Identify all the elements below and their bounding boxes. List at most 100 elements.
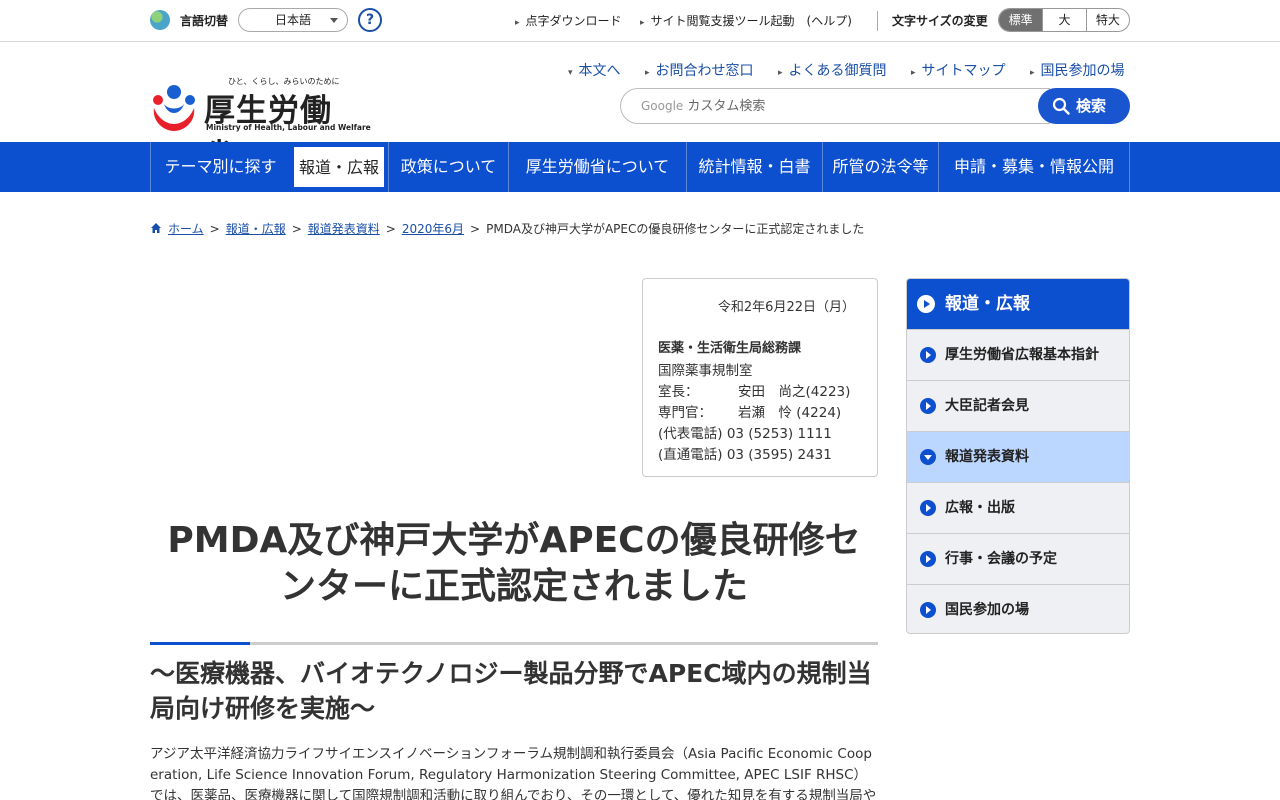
circle-arrow-icon — [920, 551, 936, 567]
arrow-right-icon: ▸ — [911, 68, 916, 78]
contact-chief: 室長： 安田 尚之(4223) — [658, 380, 850, 400]
logo-name-en: Ministry of Health, Labour and Welfare — [206, 123, 371, 132]
contact-chief-name: 安田 尚之(4223) — [738, 384, 851, 400]
header-link-label: お問合わせ窓口 — [655, 63, 754, 79]
arrow-right-icon: ▸ — [515, 18, 520, 28]
sidebar-item-label: 国民参加の場 — [945, 602, 1029, 618]
sidebar-item-label: 大臣記者会見 — [945, 398, 1029, 414]
header-link-label: 本文へ — [578, 63, 621, 79]
gnav-item-laws[interactable]: 所管の法令等 — [822, 142, 938, 192]
braille-download-label: 点字ダウンロード — [525, 14, 622, 28]
circle-arrow-icon — [920, 602, 936, 618]
arrow-right-icon: ▸ — [1030, 68, 1035, 78]
search-brand: Google — [641, 99, 684, 113]
accessibility-tool-label: サイト閲覧支援ツール起動 (ヘルプ) — [650, 14, 852, 28]
sidebar-item-pr-policy[interactable]: 厚生労働省広報基本指針 — [907, 329, 1129, 380]
sidebar-item-label: 報道発表資料 — [945, 449, 1029, 465]
sidebar-nav: 報道・広報 厚生労働省広報基本指針 大臣記者会見 報道発表資料 広報・出版 行事… — [906, 278, 1130, 634]
accessibility-tool-link[interactable]: ▸ サイト閲覧支援ツール起動 (ヘルプ) — [640, 12, 852, 29]
help-button[interactable]: ? — [358, 8, 382, 32]
breadcrumb: ホーム > 報道・広報 > 報道発表資料 >2020年6月 > PMDA及び神戸大学がAPEC… — [150, 220, 864, 237]
release-date: 令和2年6月22日（月） — [717, 300, 855, 315]
header-link-faq[interactable]: ▸ よくある御質問 — [778, 60, 887, 80]
header-link-label: よくある御質問 — [788, 63, 887, 79]
arrow-right-icon: ▸ — [778, 68, 783, 78]
circle-arrow-icon — [917, 295, 935, 313]
gnav-item-about[interactable]: 厚生労働省について — [508, 142, 686, 192]
header-link-contact[interactable]: ▸ お問合わせ窓口 — [645, 60, 754, 80]
gnav-item-policy[interactable]: 政策について — [388, 142, 508, 192]
article-body: アジア太平洋経済協力ライフサイエンスイノベーションフォーラム規制調和執行委員会（… — [150, 746, 877, 800]
sidebar-heading[interactable]: 報道・広報 — [907, 279, 1129, 329]
breadcrumb-current: PMDA及び神戸大学がAPECの優良研修センターに正式認定されました — [486, 222, 865, 236]
breadcrumb-press-releases[interactable]: 報道発表資料 — [308, 222, 380, 236]
header-link-main-content[interactable]: ▾ 本文へ — [568, 60, 621, 80]
circle-arrow-down-icon — [920, 449, 936, 465]
sidebar-item-publications[interactable]: 広報・出版 — [907, 482, 1129, 533]
font-size-large-button[interactable]: 大 — [1042, 9, 1085, 31]
search-button[interactable]: 検索 — [1038, 88, 1130, 124]
search-icon — [1052, 97, 1070, 115]
font-size-standard-button[interactable]: 標準 — [999, 9, 1043, 31]
language-value: 日本語 — [275, 13, 312, 27]
contact-specialist-name: 岩瀬 怜 (4224) — [738, 405, 842, 421]
header-link-participation[interactable]: ▸ 国民参加の場 — [1030, 60, 1125, 80]
breadcrumb-separator: > — [291, 222, 302, 236]
page-title: PMDA及び神戸大学がAPECの優良研修センターに正式認定されました — [167, 520, 861, 607]
arrow-down-icon: ▾ — [568, 68, 573, 78]
search-placeholder: カスタム検索 — [687, 99, 766, 114]
home-icon — [151, 223, 161, 233]
site-logo[interactable]: ひと、くらし、みらいのために 厚生労働省 Ministry of Health,… — [150, 76, 371, 174]
search-input[interactable]: Google カスタム検索 — [620, 88, 1050, 124]
gnav-item-statistics[interactable]: 統計情報・白書 — [686, 142, 822, 192]
contact-office: 国際薬事規制室 — [658, 363, 753, 379]
site-search: Google カスタム検索 検索 — [620, 88, 1130, 124]
sidebar-item-participation[interactable]: 国民参加の場 — [907, 584, 1129, 633]
title-divider — [150, 642, 878, 645]
title-divider-accent — [150, 642, 250, 645]
contact-specialist-label: 専門官： — [658, 405, 712, 421]
sidebar-item-label: 行事・会議の予定 — [945, 551, 1057, 567]
arrow-right-icon: ▸ — [640, 18, 645, 28]
globe-icon — [150, 10, 170, 30]
utility-bar: 言語切替 日本語 ? ▸ 点字ダウンロード ▸ サイト閲覧支援ツール起動 (ヘルプ)… — [0, 0, 1280, 42]
breadcrumb-separator: > — [385, 222, 396, 236]
language-label: 言語切替 — [180, 14, 229, 28]
sidebar-heading-label: 報道・広報 — [945, 294, 1030, 314]
braille-download-link[interactable]: ▸ 点字ダウンロード — [515, 12, 622, 29]
sidebar-item-label: 厚生労働省広報基本指針 — [945, 347, 1099, 363]
circle-arrow-icon — [920, 398, 936, 414]
language-select[interactable]: 日本語 — [238, 8, 348, 32]
sidebar-item-press-releases[interactable]: 報道発表資料 — [907, 431, 1129, 482]
sidebar-item-label: 広報・出版 — [945, 500, 1015, 516]
contact-department: 医薬・生活衛生局総務課 — [658, 341, 802, 356]
search-button-label: 検索 — [1076, 97, 1107, 115]
contact-tel-main: (代表電話) 03 (5253) 1111 — [658, 426, 832, 442]
contact-box: 令和2年6月22日（月） 医薬・生活衛生局総務課 国際薬事規制室 室長： 安田 尚… — [642, 278, 878, 477]
circle-arrow-icon — [920, 347, 936, 363]
sidebar-item-press-conference[interactable]: 大臣記者会見 — [907, 380, 1129, 431]
contact-specialist: 専門官： 岩瀬 怜 (4224) — [658, 401, 841, 421]
header-link-label: サイトマップ — [921, 63, 1006, 79]
header-link-label: 国民参加の場 — [1040, 63, 1125, 79]
chevron-down-icon — [330, 18, 338, 23]
contact-chief-label: 室長： — [658, 384, 699, 400]
page-subtitle: ～医療機器、バイオテクノロジー製品分野でAPEC域内の規制当局向け研修を実施～ — [150, 659, 872, 723]
logo-mark-icon — [153, 85, 195, 131]
circle-arrow-icon — [920, 500, 936, 516]
divider — [877, 11, 878, 31]
font-size-xlarge-button[interactable]: 特大 — [1085, 9, 1129, 31]
breadcrumb-home[interactable]: ホーム — [168, 222, 204, 236]
font-size-label: 文字サイズの変更 — [892, 14, 988, 28]
contact-tel-direct: (直通電話) 03 (3595) 2431 — [658, 447, 832, 463]
breadcrumb-month[interactable]: 2020年6月 — [402, 222, 464, 236]
gnav-item-themes[interactable]: テーマ別に探す — [150, 142, 290, 192]
gnav-item-applications[interactable]: 申請・募集・情報公開 — [938, 142, 1130, 192]
breadcrumb-press[interactable]: 報道・広報 — [226, 222, 286, 236]
header-link-sitemap[interactable]: ▸ サイトマップ — [911, 60, 1006, 80]
sidebar-item-events[interactable]: 行事・会議の予定 — [907, 533, 1129, 584]
arrow-right-icon: ▸ — [645, 68, 650, 78]
gnav-item-press[interactable]: 報道・広報 — [291, 144, 387, 190]
global-nav: テーマ別に探す 報道・広報 政策について 厚生労働省について 統計情報・白書 所… — [0, 142, 1280, 192]
font-size-switcher: 標準 大 特大 — [998, 8, 1130, 32]
